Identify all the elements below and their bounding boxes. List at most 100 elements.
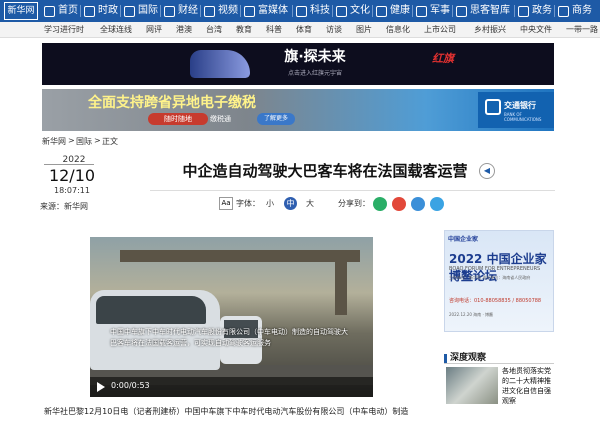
qq-share-icon[interactable] bbox=[411, 197, 425, 211]
video-icon bbox=[204, 5, 215, 17]
ad-phone: 咨询电话：010-88058835 / 88050788 bbox=[449, 298, 542, 304]
nav-divider bbox=[412, 5, 413, 17]
breadcrumb-separator: > bbox=[68, 136, 75, 145]
nav-item-business[interactable]: 商务 bbox=[558, 0, 592, 22]
video-time: 0:00/0:53 bbox=[111, 381, 150, 390]
article-title: 中企造自动驾驶大巴客车将在法国载客运营 bbox=[182, 162, 468, 180]
font-large-button[interactable]: 大 bbox=[306, 198, 314, 210]
audio-play-icon[interactable]: ◀ bbox=[479, 163, 495, 179]
home-icon bbox=[44, 5, 55, 17]
military-icon bbox=[416, 5, 427, 17]
bank-name-en: BANK OF COMMUNICATIONS bbox=[504, 112, 542, 122]
wechat-share-icon[interactable] bbox=[373, 197, 387, 211]
article-date: 12/10 bbox=[48, 166, 96, 185]
sub-nav-item[interactable]: 访谈 bbox=[326, 22, 342, 38]
government-icon bbox=[518, 5, 529, 17]
nav-item-think-tank[interactable]: 思客智库 bbox=[456, 0, 510, 22]
weibo-share-icon[interactable] bbox=[392, 197, 406, 211]
banner2-title: 全面支持跨省异地电子缴税 bbox=[88, 95, 256, 111]
nav-item-culture[interactable]: 文化 bbox=[336, 0, 370, 22]
share-label: 分享到： bbox=[338, 199, 370, 208]
sub-nav-item[interactable]: 台湾 bbox=[206, 22, 222, 38]
video-scene-bus-window bbox=[96, 296, 206, 324]
breadcrumb-section[interactable]: 国际 bbox=[76, 136, 92, 148]
ad-logo: 中国企业家 bbox=[448, 236, 479, 243]
tech-icon bbox=[296, 5, 307, 17]
car-illustration bbox=[190, 50, 250, 78]
site-logo[interactable]: 新华网 bbox=[4, 2, 38, 20]
sub-nav-item[interactable]: 一带一路 bbox=[566, 22, 598, 38]
sub-nav-item[interactable]: 全球连线 bbox=[100, 22, 132, 38]
nav-item-rich-media[interactable]: 富媒体 bbox=[244, 0, 288, 22]
hongqi-logo: 红旗 bbox=[432, 52, 454, 65]
nav-item-tech[interactable]: 科技 bbox=[296, 0, 330, 22]
video-scene-pillar bbox=[335, 255, 347, 315]
sub-nav-item[interactable]: 图片 bbox=[356, 22, 372, 38]
nav-divider bbox=[332, 5, 333, 17]
globe-icon bbox=[124, 5, 135, 17]
bank-name: 交通银行 bbox=[504, 101, 536, 110]
nav-item-video[interactable]: 视频 bbox=[204, 0, 238, 22]
breadcrumb-current: 正文 bbox=[102, 137, 118, 146]
nav-divider bbox=[80, 5, 81, 17]
nav-divider bbox=[120, 5, 121, 17]
sub-nav-item[interactable]: 上市公司 bbox=[424, 22, 456, 38]
sub-nav-item[interactable]: 科普 bbox=[266, 22, 282, 38]
article-time: 18:07:11 bbox=[54, 186, 90, 195]
nav-divider bbox=[514, 5, 515, 17]
ad-subtitle: BOAO FORUM FOR ENTREPRENEURS bbox=[449, 266, 541, 272]
sub-nav-item[interactable]: 学习进行时 bbox=[44, 22, 84, 38]
play-icon[interactable] bbox=[97, 382, 105, 392]
nav-item-government[interactable]: 政务 bbox=[518, 0, 552, 22]
article-body: 新华社巴黎12月10日电（记者刑建桥）中国中车旗下中车时代电动汽车股份有限公司（… bbox=[44, 407, 409, 416]
nav-divider bbox=[292, 5, 293, 17]
nav-item-military[interactable]: 军事 bbox=[416, 0, 450, 22]
breadcrumb-separator: > bbox=[94, 136, 101, 145]
nav-divider bbox=[372, 5, 373, 17]
nav-divider bbox=[240, 5, 241, 17]
nav-divider bbox=[160, 5, 161, 17]
sub-nav-item[interactable]: 体育 bbox=[296, 22, 312, 38]
nav-item-health[interactable]: 健康 bbox=[376, 0, 410, 22]
font-medium-button[interactable]: 中 bbox=[284, 197, 297, 210]
video-caption: 中国中车旗下中车时代电动汽车股份有限公司（中车电动）制造的自动驾驶大巴客车将在法… bbox=[110, 328, 348, 347]
deep-observation-thumbnail[interactable] bbox=[446, 367, 498, 404]
title-divider bbox=[150, 190, 555, 191]
ad-footer: 2022.12.20 海南 · 博鳌 bbox=[449, 312, 493, 317]
breadcrumb-home[interactable]: 新华网 bbox=[42, 136, 66, 148]
banner2-tag: 随时随地 bbox=[148, 113, 208, 125]
ad-organizers: 主办单位：新华网 承办单位：海南省人民政府 bbox=[449, 275, 531, 280]
learn-more-button[interactable]: 了解更多 bbox=[257, 113, 295, 125]
video-scene-bridge bbox=[120, 250, 360, 262]
deep-observation-heading: 深度观察 bbox=[444, 352, 554, 364]
link-share-icon[interactable] bbox=[430, 197, 444, 211]
nav-divider bbox=[200, 5, 201, 17]
sub-nav-item[interactable]: 乡村振兴 bbox=[474, 22, 506, 38]
article-source: 来源：新华网 bbox=[40, 202, 88, 211]
sub-nav-item[interactable]: 港澳 bbox=[176, 22, 192, 38]
font-size-icon: Aa bbox=[219, 197, 233, 210]
deep-observation-headline[interactable]: 各地贯彻落实党的二十大精神推进文化自信自强观察 bbox=[502, 366, 556, 406]
finance-icon bbox=[164, 5, 175, 17]
nav-item-politics[interactable]: 时政 bbox=[84, 0, 118, 22]
sub-nav-item[interactable]: 中央文件 bbox=[520, 22, 552, 38]
bocom-logo-icon bbox=[485, 99, 501, 115]
date-divider bbox=[44, 164, 94, 165]
nav-item-world[interactable]: 国际 bbox=[124, 0, 158, 22]
banner2-tag: 缴税通 bbox=[210, 115, 231, 123]
font-small-button[interactable]: 小 bbox=[266, 198, 274, 210]
culture-icon bbox=[336, 5, 347, 17]
nav-item-home[interactable]: 首页 bbox=[44, 0, 78, 22]
think-tank-icon bbox=[456, 5, 467, 17]
sub-nav-item[interactable]: 教育 bbox=[236, 22, 252, 38]
sub-nav-item[interactable]: 网评 bbox=[146, 22, 162, 38]
nav-item-finance[interactable]: 财经 bbox=[164, 0, 198, 22]
nav-divider bbox=[554, 5, 555, 17]
media-icon bbox=[244, 5, 255, 17]
font-label: 字体： bbox=[236, 199, 260, 208]
politics-icon bbox=[84, 5, 95, 17]
health-icon bbox=[376, 5, 387, 17]
banner1-subtitle: 点击进入红旗元宇宙 bbox=[287, 70, 342, 77]
business-icon bbox=[558, 5, 569, 17]
sub-nav-item[interactable]: 信息化 bbox=[386, 22, 410, 38]
